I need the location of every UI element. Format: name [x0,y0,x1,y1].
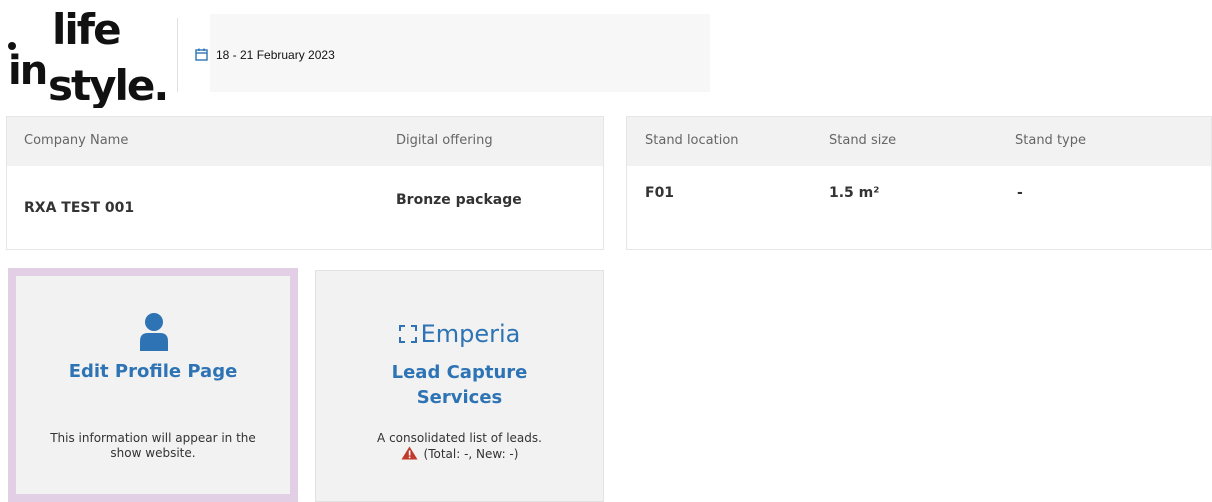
warning-icon [401,446,418,464]
column-header-digital-offering: Digital offering [396,133,493,148]
lifeinstyle-logo[interactable]: life in style. [6,2,170,108]
stand-location-value: F01 [645,185,675,201]
column-header-stand-location: Stand location [645,133,739,148]
lead-capture-tile[interactable]: Emperia Lead Capture Services A consolid… [315,270,604,502]
company-info-table: Company Name Digital offering RXA TEST 0… [6,116,604,250]
logo-text-in: in [8,48,46,94]
edit-profile-description-line2: show website. [110,446,196,460]
column-header-company-name: Company Name [24,133,129,148]
digital-offering-value: Bronze package [396,192,522,208]
edit-profile-title[interactable]: Edit Profile Page [16,360,290,384]
lead-capture-title-line2[interactable]: Services [316,386,603,410]
edit-profile-description-line1: This information will appear in the [50,431,256,445]
emperia-logo: Emperia [316,319,603,349]
lead-capture-status-row: (Total: -, New: -) [316,446,603,464]
logo-text-style: style. [48,61,167,108]
calendar-icon [195,48,208,61]
stand-info-table: Stand location Stand size Stand type F01… [626,116,1212,250]
lead-capture-title-line1[interactable]: Lead Capture [316,361,603,385]
emperia-bracket-icon [398,325,417,343]
user-icon [139,311,169,356]
column-header-stand-size: Stand size [829,133,897,148]
company-name-value: RXA TEST 001 [24,200,135,216]
event-date-range: 18 - 21 February 2023 [216,48,335,62]
stand-size-value: 1.5 m² [829,185,880,201]
emperia-brand-text: Emperia [420,320,521,348]
lead-count-status: (Total: -, New: -) [423,447,519,461]
header-divider [177,18,178,92]
logo-text-life: life [52,5,120,54]
stand-type-value: - [1017,185,1023,201]
lead-capture-description: A consolidated list of leads. [377,431,542,445]
edit-profile-tile[interactable]: Edit Profile Page This information will … [8,268,298,502]
column-header-stand-type: Stand type [1015,133,1086,148]
